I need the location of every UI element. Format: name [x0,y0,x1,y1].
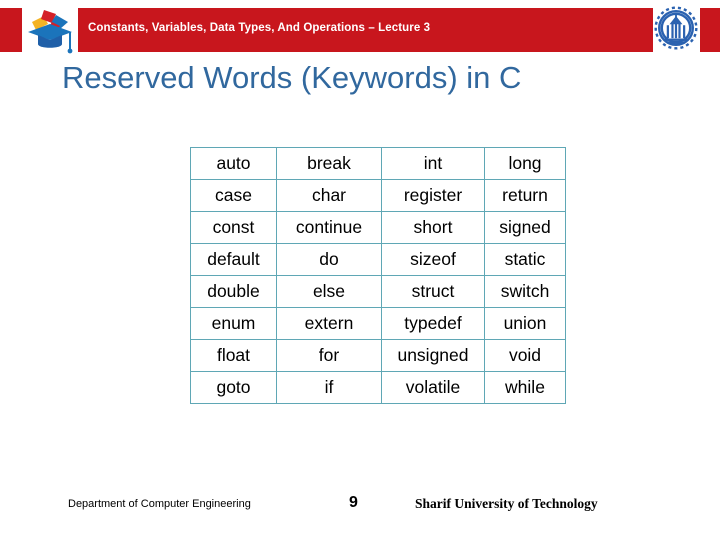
keyword-cell: const [190,211,277,244]
table-row: default do sizeof static [190,243,566,276]
keyword-cell: typedef [381,307,485,340]
keyword-cell: long [484,147,566,180]
page-title: Reserved Words (Keywords) in C [62,60,522,95]
c-keywords-table-body: auto break int long case char register r… [190,147,566,404]
keyword-cell: union [484,307,566,340]
keyword-cell: volatile [381,371,485,404]
keyword-cell: if [276,371,382,404]
table-row: const continue short signed [190,211,566,244]
keyword-cell: goto [190,371,277,404]
keyword-cell: continue [276,211,382,244]
keyword-cell: default [190,243,277,276]
keyword-cell: void [484,339,566,372]
keyword-cell: case [190,179,277,212]
keyword-cell: signed [484,211,566,244]
keyword-cell: struct [381,275,485,308]
header-band-left-segment [0,8,22,52]
table-row: double else struct switch [190,275,566,308]
footer-department: Department of Computer Engineering [68,498,251,510]
keyword-cell: while [484,371,566,404]
keyword-cell: float [190,339,277,372]
keyword-cell: double [190,275,277,308]
table-row: case char register return [190,179,566,212]
keyword-cell: break [276,147,382,180]
header-band-right-segment [700,8,720,52]
sharif-university-seal [652,2,700,54]
keyword-cell: register [381,179,485,212]
keyword-cell: enum [190,307,277,340]
keyword-cell: static [484,243,566,276]
keyword-cell: auto [190,147,277,180]
keyword-cell: else [276,275,382,308]
keyword-cell: for [276,339,382,372]
keyword-cell: do [276,243,382,276]
footer-university-name: Sharif University of Technology [415,496,598,511]
keyword-cell: int [381,147,485,180]
keyword-cell: switch [484,275,566,308]
c-keywords-table: auto break int long case char register r… [190,147,566,404]
keyword-cell: short [381,211,485,244]
keyword-cell: extern [276,307,382,340]
table-row: auto break int long [190,147,566,180]
keyword-cell: char [276,179,382,212]
table-row: enum extern typedef union [190,307,566,340]
table-row: float for unsigned void [190,339,566,372]
keyword-cell: return [484,179,566,212]
graduation-cap-logo [22,2,78,58]
table-row: goto if volatile while [190,371,566,404]
keyword-cell: unsigned [381,339,485,372]
footer-page-number: 9 [349,494,358,511]
header-lecture-title: Constants, Variables, Data Types, And Op… [88,22,431,34]
keyword-cell: sizeof [381,243,485,276]
